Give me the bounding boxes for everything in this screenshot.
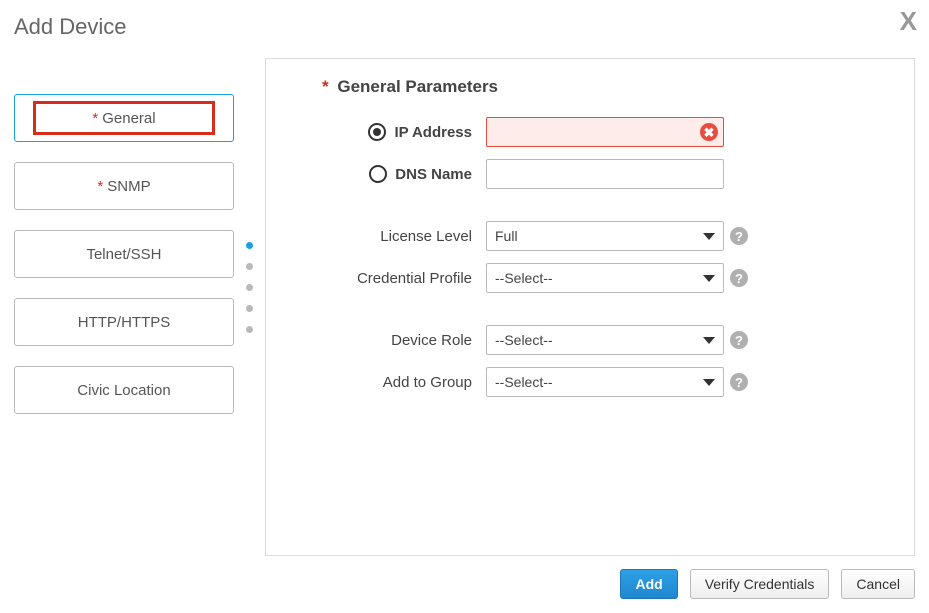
help-icon[interactable]: ?	[730, 373, 748, 391]
section-heading: * General Parameters	[322, 77, 858, 97]
ip-address-input[interactable]	[486, 117, 724, 147]
add-to-group-label: Add to Group	[322, 374, 486, 391]
tab-snmp[interactable]: * SNMP	[14, 162, 234, 210]
tab-label: HTTP/HTTPS	[78, 314, 171, 331]
ip-address-row-label: IP Address	[322, 123, 486, 141]
tab-general-highlight	[33, 101, 215, 135]
tab-http-https[interactable]: HTTP/HTTPS	[14, 298, 234, 346]
section-heading-text: General Parameters	[337, 77, 498, 96]
step-dot-icon	[246, 242, 253, 249]
step-dot-icon	[246, 326, 253, 333]
add-device-modal: Add Device X * General * SNMP Telnet/SSH…	[0, 0, 929, 613]
modal-title: Add Device	[14, 14, 915, 40]
help-icon[interactable]: ?	[730, 331, 748, 349]
ip-address-label: IP Address	[394, 124, 472, 141]
ip-address-input-wrap: ✖	[486, 117, 724, 147]
add-to-group-select[interactable]: --Select--	[486, 367, 724, 397]
tab-label: SNMP	[107, 178, 150, 195]
cancel-button[interactable]: Cancel	[841, 569, 915, 599]
credential-profile-label: Credential Profile	[322, 270, 486, 287]
license-level-select[interactable]: Full	[486, 221, 724, 251]
device-role-label: Device Role	[322, 332, 486, 349]
dns-name-input[interactable]	[486, 159, 724, 189]
chevron-down-icon	[703, 337, 715, 344]
help-icon[interactable]: ?	[730, 227, 748, 245]
select-value: --Select--	[495, 270, 553, 286]
dns-name-radio[interactable]	[369, 165, 387, 183]
step-indicator	[246, 58, 253, 333]
ip-address-radio[interactable]	[368, 123, 386, 141]
device-role-select[interactable]: --Select--	[486, 325, 724, 355]
required-asterisk-icon: *	[322, 77, 329, 96]
dns-name-row-label: DNS Name	[322, 165, 486, 183]
general-panel: * General Parameters IP Address ✖	[265, 58, 915, 556]
sidebar-tabs: * General * SNMP Telnet/SSH HTTP/HTTPS C…	[14, 58, 234, 414]
dns-name-label: DNS Name	[395, 166, 472, 183]
add-button[interactable]: Add	[620, 569, 677, 599]
select-value: --Select--	[495, 332, 553, 348]
tab-telnet-ssh[interactable]: Telnet/SSH	[14, 230, 234, 278]
step-dot-icon	[246, 284, 253, 291]
credential-profile-select[interactable]: --Select--	[486, 263, 724, 293]
select-value: --Select--	[495, 374, 553, 390]
license-level-label: License Level	[322, 228, 486, 245]
footer-actions: Add Verify Credentials Cancel	[620, 569, 915, 599]
tab-civic-location[interactable]: Civic Location	[14, 366, 234, 414]
help-icon[interactable]: ?	[730, 269, 748, 287]
step-dot-icon	[246, 263, 253, 270]
chevron-down-icon	[703, 275, 715, 282]
tab-label: Telnet/SSH	[86, 246, 161, 263]
modal-body: * General * SNMP Telnet/SSH HTTP/HTTPS C…	[14, 58, 915, 556]
tab-general[interactable]: * General	[14, 94, 234, 142]
step-dot-icon	[246, 305, 253, 312]
tab-label: Civic Location	[77, 382, 170, 399]
chevron-down-icon	[703, 233, 715, 240]
verify-credentials-button[interactable]: Verify Credentials	[690, 569, 830, 599]
error-icon: ✖	[700, 123, 718, 141]
required-asterisk-icon: *	[97, 178, 103, 195]
chevron-down-icon	[703, 379, 715, 386]
select-value: Full	[495, 228, 518, 244]
close-icon[interactable]: X	[900, 8, 917, 34]
